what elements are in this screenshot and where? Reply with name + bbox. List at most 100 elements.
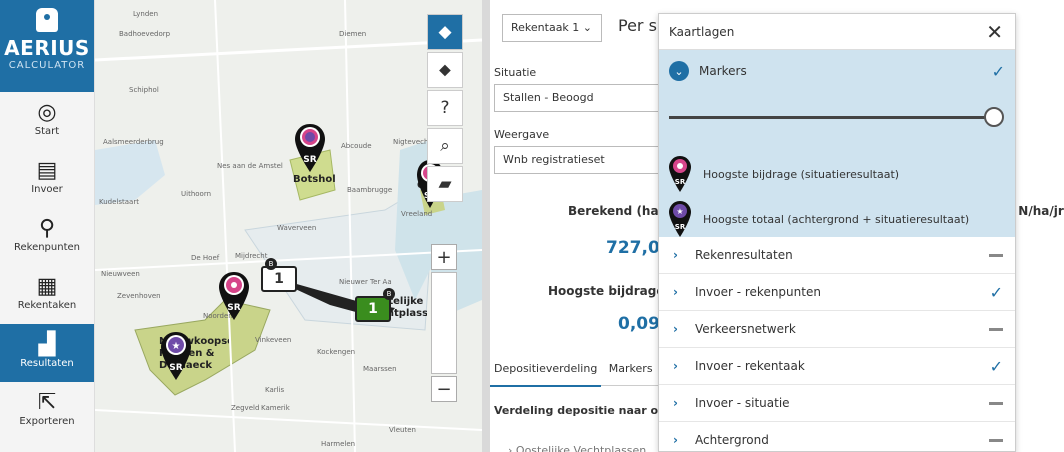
rekentaak-select[interactable]: Rekentaak 1 ⌄	[502, 14, 602, 42]
layer-panel-header: Kaartlagen ✕	[659, 14, 1015, 50]
calc-point-badge: B	[383, 288, 395, 300]
place-label: Abcoude	[341, 142, 372, 150]
nav-invoer[interactable]: ▤ Invoer	[0, 150, 94, 208]
hoogste-bijdrage-value: 0,09	[618, 314, 660, 334]
nav-label: Start	[34, 126, 60, 137]
search-button[interactable]: ⌕	[427, 128, 463, 164]
label-button[interactable]: ⬥	[427, 52, 463, 88]
sidebar: AERIUS CALCULATOR ◎ Start ▤ Invoer ⚲ Rek…	[0, 0, 95, 452]
map-toolbar: ◆ ⬥ ? ⌕ ▰	[427, 14, 463, 204]
export-icon: ⇱	[37, 390, 57, 415]
info-icon: ?	[440, 98, 450, 118]
layer-row-label: Rekenresultaten	[695, 248, 793, 262]
weergave-value: Wnb registratieset	[503, 153, 605, 166]
chevron-right-icon: ›	[673, 248, 678, 262]
layer-row-label: Invoer - rekentaak	[695, 359, 805, 373]
nav-exporteren[interactable]: ⇱ Exporteren	[0, 382, 94, 440]
check-icon: ✓	[991, 61, 1005, 81]
layer-row[interactable]: › Verkeersnetwerk	[659, 311, 1015, 348]
marker-hoogste-totaal[interactable]: SR	[295, 122, 325, 174]
svg-text:SR: SR	[675, 178, 686, 186]
layer-row[interactable]: › Rekenresultaten	[659, 237, 1015, 274]
markers-layer-toggle[interactable]: ⌄ Markers ✓	[669, 60, 1005, 82]
svg-text:SR: SR	[675, 223, 686, 231]
pin-icon: ⚲	[38, 216, 56, 241]
layer-panel-title: Kaartlagen	[669, 24, 735, 39]
area-list-item[interactable]: › Oostelijke Vechtplassen	[508, 444, 646, 452]
place-label: Aalsmeerderbrug	[103, 138, 164, 146]
calc-point-label[interactable]: 1	[261, 266, 297, 292]
place-label: Vinkeveen	[255, 336, 292, 344]
check-icon: ✓	[989, 282, 1003, 302]
close-icon[interactable]: ✕	[986, 20, 1003, 44]
calc-point-number: 1	[274, 271, 284, 287]
brand-logo[interactable]: AERIUS CALCULATOR	[0, 0, 94, 92]
layer-row-label: Verkeersnetwerk	[695, 322, 796, 336]
verdeling-label: Verdeling depositie naar oppe	[494, 404, 664, 417]
calc-point-badge: B	[265, 258, 277, 270]
layer-row[interactable]: › Invoer - rekentaak ✓	[659, 348, 1015, 385]
situatie-select[interactable]: Stallen - Beoogd	[494, 84, 662, 112]
tab-markers[interactable]: Markers	[605, 352, 657, 385]
markers-layer: ⌄ Markers ✓ SR Hoogste bijdrage (situati…	[659, 50, 1015, 237]
nav-resultaten[interactable]: ▟ Resultaten	[0, 324, 94, 382]
place-label: Vleuten	[389, 426, 416, 434]
nav-start[interactable]: ◎ Start	[0, 92, 94, 150]
opacity-slider[interactable]	[669, 116, 994, 119]
chevron-right-icon: ›	[673, 396, 678, 410]
marker-hoogste-totaal[interactable]: ★ SR	[161, 330, 191, 382]
natura-area-label: Botshol	[293, 174, 336, 185]
nav-rekenpunten[interactable]: ⚲ Rekenpunten	[0, 208, 94, 266]
place-label: Zevenhoven	[117, 292, 161, 300]
place-label: Waverveen	[277, 224, 317, 232]
weergave-label: Weergave	[494, 128, 550, 141]
nav-rekentaken[interactable]: ▦ Rekentaken	[0, 266, 94, 324]
place-label: Kamerik	[261, 404, 290, 412]
marker-hoogste-bijdrage[interactable]: SR	[219, 270, 249, 322]
measure-button[interactable]: ▰	[427, 166, 463, 202]
place-label: Mijdrecht	[235, 252, 268, 260]
marker-pink-icon: SR	[669, 156, 691, 192]
nav-label: Rekentaken	[17, 300, 77, 311]
calc-point-label[interactable]: 1	[355, 296, 391, 322]
opacity-slider-handle[interactable]	[984, 107, 1004, 127]
place-label: Lynden	[133, 10, 159, 18]
legend-text: Hoogste bijdrage (situatieresultaat)	[703, 167, 900, 181]
layer-list: › Rekenresultaten › Invoer - rekenpunten ✓ › V…	[659, 237, 1015, 452]
minus-icon	[989, 438, 1003, 442]
zoom-in-button[interactable]: +	[431, 244, 457, 270]
legend-item: ★ SR Hoogste totaal (achtergrond + situa…	[669, 200, 969, 238]
unit-label: l N/ha/jr	[1010, 204, 1064, 218]
place-label: Zegveld	[231, 404, 260, 412]
minus-icon	[989, 401, 1003, 405]
nav-label: Rekenpunten	[13, 242, 80, 253]
map[interactable]: Lynden Badhoevedorp Diemen Schiphol Aals…	[95, 0, 482, 452]
info-button[interactable]: ?	[427, 90, 463, 126]
place-label: Karlis	[265, 386, 285, 394]
result-tabs: Depositieverdeling Markers	[490, 352, 670, 387]
layer-row[interactable]: › Invoer - situatie	[659, 385, 1015, 422]
place-label: Nes aan de Amstel	[217, 162, 283, 170]
nav-label: Resultaten	[20, 358, 74, 369]
minus-icon	[989, 327, 1003, 331]
tag-icon: ⬥	[439, 60, 451, 80]
layer-panel: Kaartlagen ✕ ⌄ Markers ✓ SR Hoogste bijd…	[658, 13, 1016, 452]
tab-depositieverdeling[interactable]: Depositieverdeling	[490, 352, 602, 387]
brand-sub: CALCULATOR	[8, 60, 86, 71]
check-icon: ✓	[989, 356, 1003, 376]
svg-text:★: ★	[676, 207, 683, 216]
minus-icon	[989, 253, 1003, 257]
zoom-slider[interactable]	[431, 272, 457, 374]
weergave-select[interactable]: Wnb registratieset	[494, 146, 662, 174]
legend-item: SR Hoogste bijdrage (situatieresultaat)	[669, 155, 899, 193]
svg-text:SR: SR	[303, 155, 316, 165]
place-label: Nieuwveen	[101, 270, 140, 278]
layers-button[interactable]: ◆	[427, 14, 463, 50]
situatie-value: Stallen - Beoogd	[503, 91, 594, 104]
zoom-out-button[interactable]: −	[431, 376, 457, 402]
layer-row[interactable]: › Invoer - rekenpunten ✓	[659, 274, 1015, 311]
area-list-item-label: Oostelijke Vechtplassen	[515, 444, 647, 452]
layer-row[interactable]: › Achtergrond	[659, 422, 1015, 452]
hoogste-bijdrage-label: Hoogste bijdrage (	[548, 284, 675, 298]
place-label: Nigtevecht	[393, 138, 432, 146]
